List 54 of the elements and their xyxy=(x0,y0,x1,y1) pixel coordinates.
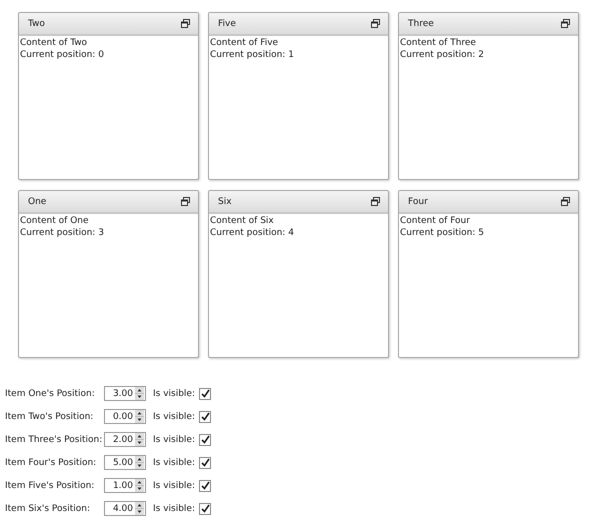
position-spinner[interactable]: 5.00 xyxy=(104,455,146,470)
panel-text: Current position: 2 xyxy=(400,50,485,61)
restore-icon[interactable] xyxy=(181,197,190,206)
position-label: Item Two's Position: xyxy=(5,412,94,422)
restore-icon[interactable] xyxy=(561,19,570,28)
spinner-arrows-icon[interactable] xyxy=(135,387,144,400)
visible-checkbox[interactable] xyxy=(199,410,212,422)
panel-text: Content of Six xyxy=(210,216,275,228)
panel-text: Current position: 4 xyxy=(210,228,295,239)
position-spinner[interactable]: 4.00 xyxy=(104,501,146,516)
visible-checkbox[interactable] xyxy=(199,434,212,446)
spinner-arrows-icon[interactable] xyxy=(135,410,144,423)
spinner-arrows-icon[interactable] xyxy=(135,456,144,469)
visible-checkbox[interactable] xyxy=(199,388,212,400)
panel-text: Current position: 0 xyxy=(20,50,105,61)
position-spinner[interactable]: 3.00 xyxy=(104,386,146,401)
spinner-arrows-icon[interactable] xyxy=(135,479,144,492)
visible-label: Is visible: xyxy=(153,458,196,468)
position-label: Item Six's Position: xyxy=(5,504,91,514)
spinner-arrows-icon[interactable] xyxy=(135,433,144,446)
panel-text: Content of Two xyxy=(20,38,88,50)
panel-text: Current position: 5 xyxy=(400,228,485,239)
spinner-arrows-icon[interactable] xyxy=(135,502,144,515)
panel-text: Current position: 3 xyxy=(20,228,105,239)
position-spinner[interactable]: 2.00 xyxy=(104,432,146,447)
restore-icon[interactable] xyxy=(561,197,570,206)
visible-checkbox[interactable] xyxy=(199,480,212,492)
panel-title: Six xyxy=(218,196,232,206)
position-label: Item One's Position: xyxy=(5,388,96,398)
visible-label: Is visible: xyxy=(153,480,196,490)
panel-text: Content of Five xyxy=(210,38,280,50)
panel-title: Three xyxy=(408,18,434,28)
position-label: Item Four's Position: xyxy=(5,458,98,468)
restore-icon[interactable] xyxy=(371,19,380,28)
position-spinner[interactable]: 0.00 xyxy=(104,409,146,424)
position-spinner[interactable]: 1.00 xyxy=(104,478,146,493)
visible-label: Is visible: xyxy=(153,434,196,444)
visible-label: Is visible: xyxy=(153,504,196,514)
panel-text: Current position: 1 xyxy=(210,50,295,61)
panel-text: Content of Four xyxy=(400,216,471,228)
visible-checkbox[interactable] xyxy=(199,456,212,468)
position-label: Item Five's Position: xyxy=(5,480,96,490)
visible-checkbox[interactable] xyxy=(199,502,212,514)
restore-icon[interactable] xyxy=(371,197,380,206)
panel-title: One xyxy=(28,196,46,206)
visible-label: Is visible: xyxy=(153,412,196,422)
panel-title: Two xyxy=(28,18,45,28)
restore-icon[interactable] xyxy=(181,19,190,28)
panel-title: Five xyxy=(218,18,236,28)
position-label: Item Three's Position: xyxy=(5,434,104,444)
panel-text: Content of One xyxy=(20,216,90,228)
panel-text: Content of Three xyxy=(400,38,477,50)
visible-label: Is visible: xyxy=(153,388,196,398)
panel-title: Four xyxy=(408,196,428,206)
